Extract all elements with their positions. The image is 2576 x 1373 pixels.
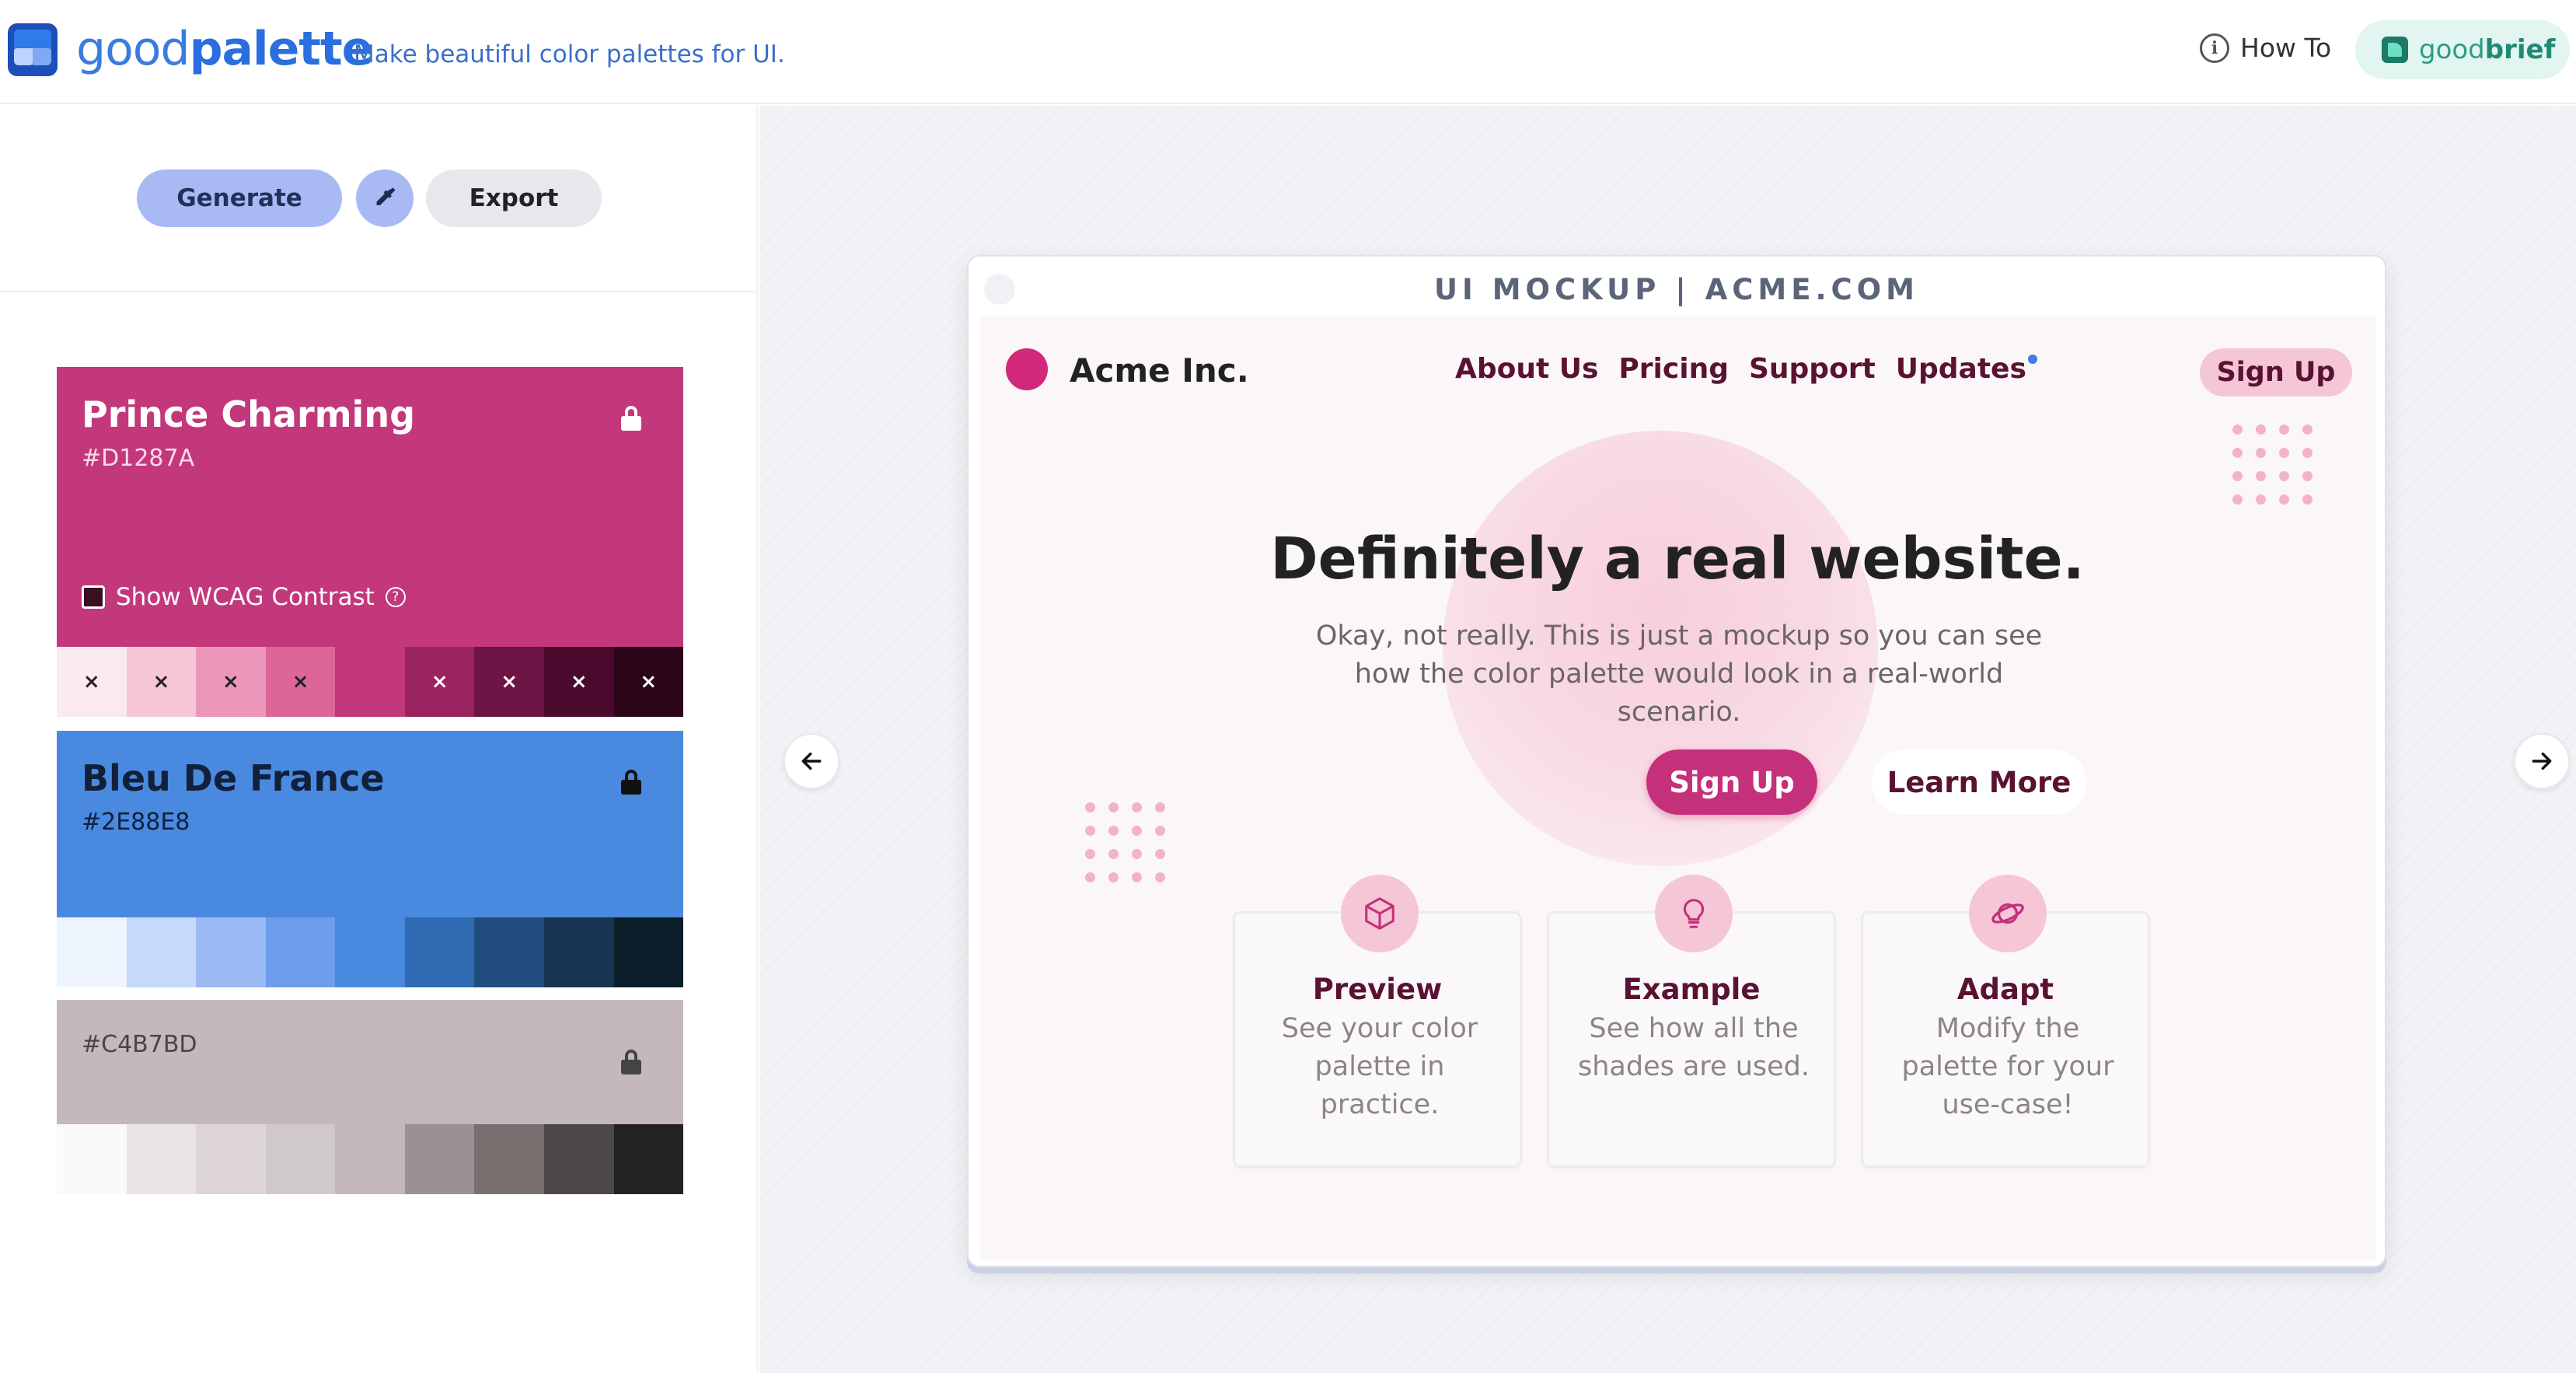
mockup-site: Acme Inc. About Us Pricing Support Updat… [979, 316, 2375, 1259]
swatch-hex[interactable]: #2E88E8 [82, 809, 190, 836]
previous-mockup-button[interactable] [784, 733, 839, 789]
wcag-checkbox[interactable] [82, 585, 105, 609]
top-bar: goodpalette Make beautiful color palette… [0, 0, 2576, 104]
swatch-hex[interactable]: #C4B7BD [82, 1031, 197, 1058]
swatch-name: Bleu De France [82, 757, 385, 799]
lock-icon[interactable] [621, 770, 641, 795]
card-text: See how all the shades are used. [1578, 1013, 1810, 1082]
goodbrief-label: goodbrief [2419, 34, 2556, 65]
card-title: Example [1622, 973, 1761, 1006]
info-icon: i [2200, 33, 2229, 63]
swatch-secondary[interactable]: Bleu De France #2E88E8 [57, 731, 684, 987]
shade-swatch[interactable] [613, 1124, 684, 1194]
how-to-link[interactable]: i How To [2200, 33, 2331, 63]
acme-logo-icon[interactable] [1006, 348, 1048, 390]
next-mockup-button[interactable] [2514, 733, 2570, 789]
goodbrief-logo-icon [2382, 37, 2408, 63]
generate-button[interactable]: Generate [137, 169, 342, 227]
shade-swatch[interactable] [404, 1124, 475, 1194]
help-icon[interactable]: ? [385, 587, 406, 607]
shade-swatch[interactable]: × [126, 647, 197, 717]
hero-signup-button[interactable]: Sign Up [1646, 749, 1817, 815]
color-picker-button[interactable] [356, 169, 414, 227]
card-title: Adapt [1956, 973, 2054, 1006]
shade-swatch[interactable] [474, 917, 544, 987]
goodbrief-link[interactable]: goodbrief [2355, 20, 2570, 79]
wcag-label: Show WCAG Contrast [116, 583, 375, 611]
shade-swatch[interactable] [126, 1124, 197, 1194]
hero-title: Definitely a real website. [1270, 526, 2085, 592]
card-title: Preview [1312, 973, 1443, 1006]
shade-swatch[interactable]: × [265, 647, 336, 717]
ui-mockup-window: UI MOCKUP | ACME.COM Acme Inc. About Us … [967, 255, 2386, 1267]
how-to-label: How To [2240, 33, 2332, 63]
shade-swatch[interactable] [404, 917, 475, 987]
nav-about-us[interactable]: About Us [1455, 353, 1598, 385]
feature-card-example: Example See how all the shades are used. [1547, 875, 1836, 1168]
shade-swatch[interactable] [335, 647, 405, 717]
shade-swatch[interactable]: × [196, 647, 266, 717]
shade-swatch[interactable] [196, 1124, 266, 1194]
planet-icon [1969, 875, 2047, 952]
export-button[interactable]: Export [426, 169, 602, 227]
shade-swatch[interactable]: × [57, 647, 127, 717]
lock-icon[interactable] [621, 1050, 641, 1074]
shade-swatch[interactable] [613, 917, 684, 987]
shade-swatch[interactable] [57, 917, 127, 987]
swatch-secondary-header[interactable]: Bleu De France #2E88E8 [57, 731, 683, 917]
wcag-contrast-toggle[interactable]: Show WCAG Contrast ? [82, 583, 406, 611]
lightbulb-icon [1655, 875, 1733, 952]
arrow-right-icon [2532, 752, 2552, 770]
goodpalette-logo-icon[interactable] [8, 23, 58, 76]
acme-brand[interactable]: Acme Inc. [1070, 351, 1249, 390]
shade-strip [57, 1124, 684, 1194]
lock-icon[interactable] [621, 406, 641, 431]
shade-swatch[interactable] [126, 917, 197, 987]
shade-swatch[interactable] [335, 917, 405, 987]
nav-updates[interactable]: Updates [1896, 353, 2038, 385]
shade-swatch[interactable]: × [613, 647, 684, 717]
shade-swatch[interactable] [474, 1124, 544, 1194]
shade-swatch[interactable] [335, 1124, 405, 1194]
palette-toolbar: Generate Export [0, 106, 758, 292]
card-text: Modify the palette for your use-case! [1901, 1013, 2114, 1120]
mockup-title: UI MOCKUP | ACME.COM [1434, 272, 1919, 306]
feature-card-adapt: Adapt Modify the palette for your use-ca… [1861, 875, 2150, 1168]
shade-swatch[interactable] [196, 917, 266, 987]
mockup-signup-nav-button[interactable]: Sign Up [2200, 348, 2352, 397]
card-text: See your color palette in practice. [1281, 1013, 1478, 1120]
swatch-primary-header[interactable]: Prince Charming #D1287A Show WCAG Contra… [57, 367, 683, 647]
shade-swatch[interactable]: × [474, 647, 544, 717]
palette-panel: Generate Export Prince Charming #D1287A … [0, 106, 758, 1373]
brand-name[interactable]: goodpalette [76, 22, 373, 76]
nav-support[interactable]: Support [1749, 353, 1876, 385]
hero-subtitle: Okay, not really. This is just a mockup … [1315, 620, 2043, 728]
cube-icon [1341, 875, 1419, 952]
shade-swatch[interactable] [57, 1124, 127, 1194]
shade-strip [57, 917, 684, 987]
tagline: Make beautiful color palettes for UI. [354, 40, 785, 68]
nav-pricing[interactable]: Pricing [1618, 353, 1729, 385]
shade-swatch[interactable] [543, 1124, 614, 1194]
shade-strip: × × × × × × × × [57, 647, 684, 717]
shade-swatch[interactable] [265, 1124, 336, 1194]
mockup-nav: About Us Pricing Support Updates [1455, 353, 2038, 385]
decorative-dots-top [2232, 424, 2312, 505]
shade-swatch[interactable]: × [543, 647, 614, 717]
arrow-left-icon [801, 752, 822, 770]
hero-learn-more-button[interactable]: Learn More [1872, 749, 2086, 815]
swatch-neutral[interactable]: #C4B7BD [57, 1000, 684, 1194]
swatch-neutral-header[interactable]: #C4B7BD [57, 1000, 683, 1124]
swatch-hex[interactable]: #D1287A [82, 445, 194, 472]
swatch-primary[interactable]: Prince Charming #D1287A Show WCAG Contra… [57, 367, 684, 717]
shade-swatch[interactable] [265, 917, 336, 987]
shade-swatch[interactable]: × [404, 647, 475, 717]
feature-card-preview: Preview See your color palette in practi… [1233, 875, 1522, 1168]
decorative-dots-left [1085, 802, 1165, 882]
eyedropper-icon [376, 187, 396, 205]
swatch-name: Prince Charming [82, 393, 416, 435]
shade-swatch[interactable] [543, 917, 614, 987]
